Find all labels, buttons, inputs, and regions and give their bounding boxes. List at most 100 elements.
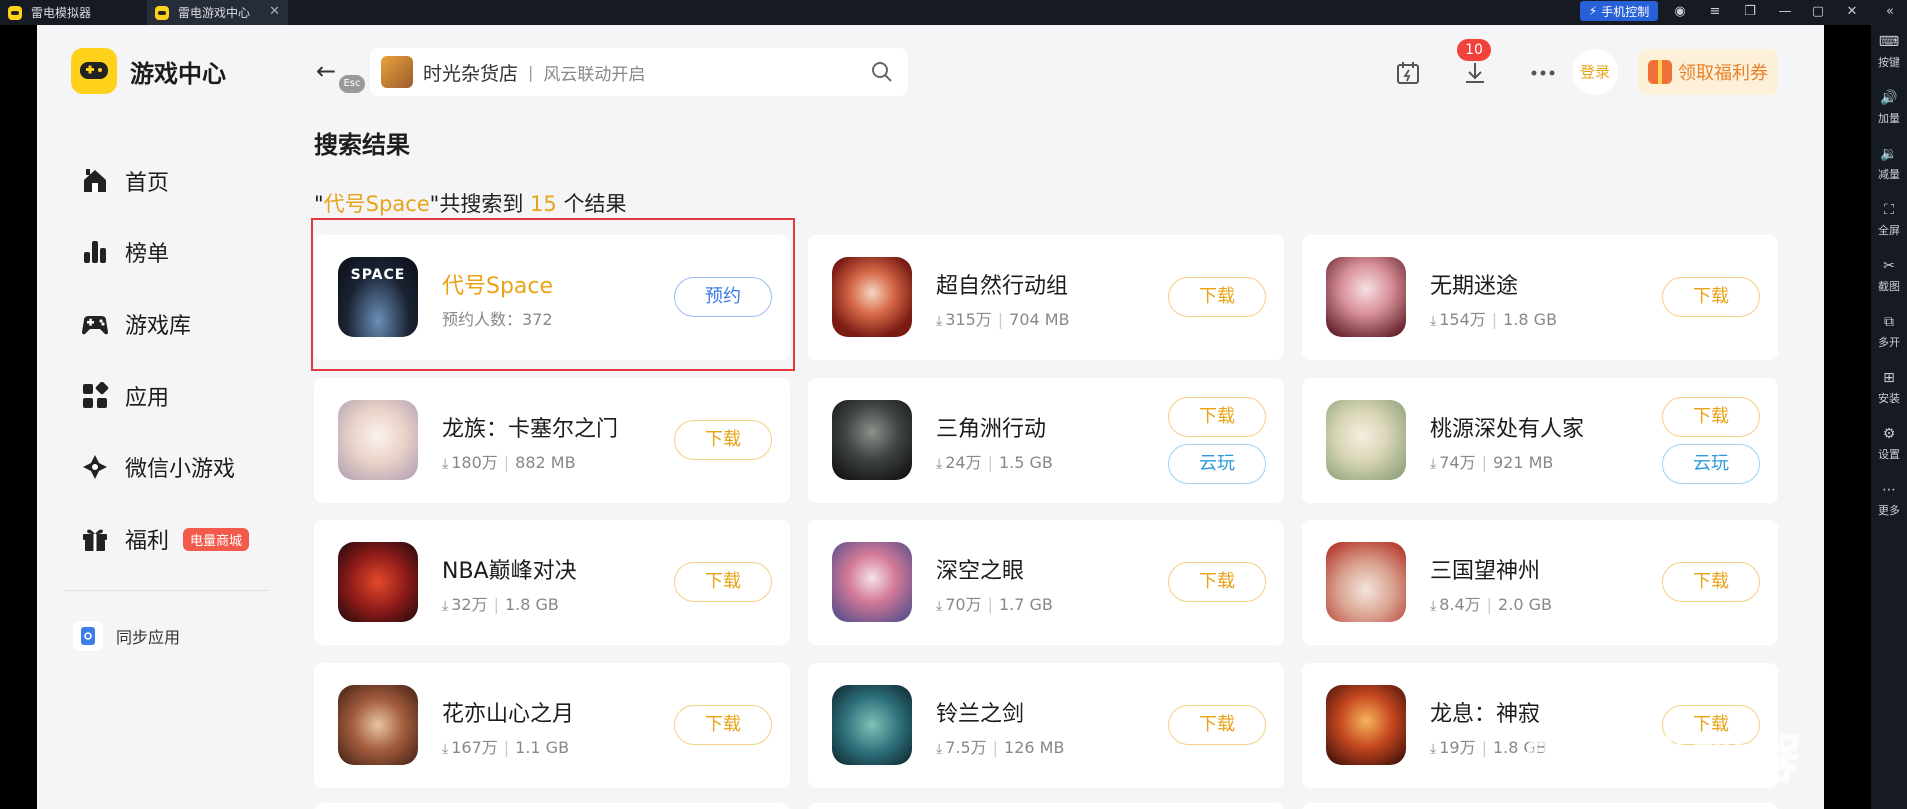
more-button[interactable]: ⋯ 更多 [1871, 481, 1907, 518]
close-window-icon[interactable]: ✕ [1842, 2, 1862, 22]
sync-apps-button[interactable]: 同步应用 [73, 621, 180, 651]
sidebar-item-label: 榜单 [125, 242, 170, 267]
restore-icon[interactable]: ❐ [1740, 2, 1760, 22]
volume-up-button[interactable]: 🔊 加量 [1871, 89, 1907, 126]
sidebar-item-home[interactable]: 首页 [80, 161, 169, 201]
coupon-label: 领取福利券 [1678, 63, 1768, 84]
game-name: 花亦山心之月 [442, 702, 575, 727]
game-name: 桃源深处有人家 [1430, 417, 1585, 442]
game-meta: ⤓ 315万 | 704 MB [936, 310, 1070, 329]
screenshot-button[interactable]: ✂ 截图 [1871, 257, 1907, 294]
minimize-icon[interactable]: — [1775, 2, 1795, 22]
account-icon[interactable]: ◉ [1670, 2, 1690, 22]
download-icon: ⤓ [936, 456, 943, 472]
phone-control-label: 手机控制 [1601, 4, 1650, 19]
download-button[interactable]: 下载 [1662, 562, 1760, 602]
volume-down-button[interactable]: 🔉 减量 [1871, 145, 1907, 182]
multi-instance-button[interactable]: ⧉ 多开 [1871, 313, 1907, 350]
file-size: 1.8 GB [1503, 310, 1558, 329]
maximize-icon[interactable]: ▢ [1808, 2, 1828, 22]
brand-title: 游戏中心 [130, 59, 226, 88]
download-button[interactable]: 下载 [1662, 397, 1760, 437]
sidebar-item-ranking[interactable]: 榜单 [80, 232, 169, 272]
sidebar-item-apps[interactable]: 应用 [80, 376, 169, 416]
download-count: 8.4万 [1439, 595, 1481, 614]
game-card[interactable]: 花亦山心之月 ⤓ 167万 | 1.1 GB 下载 [314, 663, 790, 788]
volume-up-icon: 🔊 [1880, 90, 1898, 106]
claim-coupon-button[interactable]: 领取福利券 [1638, 49, 1778, 95]
tab-emulator[interactable]: 雷电模拟器 [0, 0, 146, 25]
game-icon [1326, 542, 1406, 622]
game-center-logo-icon [155, 5, 169, 20]
file-size: 1.7 GB [998, 595, 1053, 614]
file-size: 1.5 GB [998, 453, 1053, 472]
game-card[interactable]: 三国望神州 ⤓ 8.4万 | 2.0 GB 下载 [1302, 520, 1778, 645]
keymap-button[interactable]: ⌨ 按键 [1871, 33, 1907, 70]
menu-icon[interactable]: ≡ [1705, 2, 1725, 22]
download-button[interactable]: 下载 [1168, 562, 1266, 602]
game-card[interactable]: 超自然行动组 ⤓ 315万 | 704 MB 下载 [808, 235, 1284, 360]
cloud-play-button[interactable]: 云玩 [1662, 444, 1760, 484]
lightning-icon: ⚡ [1588, 4, 1598, 18]
back-arrow-icon[interactable]: ← [316, 57, 336, 85]
game-card[interactable]: 桃源深处有人家 ⤓ 74万 | 921 MB 下载 云玩 [1302, 378, 1778, 503]
close-tab-icon[interactable]: ✕ [269, 4, 280, 19]
download-button[interactable]: 下载 [1168, 705, 1266, 745]
fullscreen-button[interactable]: ⛶ 全屏 [1871, 201, 1907, 238]
game-icon [1326, 257, 1406, 337]
tab-label: 雷电游戏中心 [178, 6, 251, 20]
game-card[interactable]: 龙族：卡塞尔之门 ⤓ 180万 | 882 MB 下载 [314, 378, 790, 503]
search-bar[interactable]: 时光杂货店 | 风云联动开启 [370, 48, 908, 96]
selection-highlight [311, 218, 795, 371]
download-button[interactable]: 下载 [1168, 277, 1266, 317]
game-card[interactable]: 铃兰之剑 ⤓ 7.5万 | 126 MB 下载 [808, 663, 1284, 788]
game-meta: ⤓ 74万 | 921 MB [1430, 453, 1554, 472]
game-card[interactable]: NBA巅峰对决 ⤓ 32万 | 1.8 GB 下载 [314, 520, 790, 645]
file-size: 921 MB [1492, 453, 1554, 472]
search-query: 代号Space [323, 192, 430, 216]
download-count: 154万 [1439, 310, 1486, 329]
cloud-play-button[interactable]: 云玩 [1168, 444, 1266, 484]
game-meta: ⤓ 154万 | 1.8 GB [1430, 310, 1558, 329]
search-icon[interactable] [870, 60, 894, 88]
download-icon: ⤓ [936, 741, 943, 757]
volume-down-icon: 🔉 [1880, 146, 1898, 162]
download-button[interactable]: 下载 [1168, 397, 1266, 437]
tab-game-center[interactable]: 雷电游戏中心 ✕ [147, 0, 288, 25]
more-options-icon[interactable] [1525, 55, 1561, 91]
settings-button[interactable]: ⚙ 设置 [1871, 425, 1907, 462]
game-icon [338, 542, 418, 622]
download-count: 32万 [451, 595, 488, 614]
collapse-sidebar-icon[interactable]: « [1880, 2, 1900, 22]
sidebar-item-library[interactable]: 游戏库 [80, 304, 191, 344]
quote-close: " [429, 192, 440, 216]
sidebar-divider [64, 590, 269, 591]
phone-control-button[interactable]: ⚡ 手机控制 [1580, 1, 1658, 21]
file-size: 1.8 GB [504, 595, 559, 614]
download-button[interactable]: 下载 [674, 420, 772, 460]
login-button[interactable]: 登录 [1572, 49, 1618, 95]
download-button[interactable]: 下载 [674, 562, 772, 602]
download-icon: ⤓ [1430, 598, 1437, 614]
download-button[interactable]: 下载 [674, 705, 772, 745]
home-icon [80, 166, 110, 196]
sidebar-item-wechat-games[interactable]: 微信小游戏 [80, 447, 235, 487]
install-button[interactable]: ⊞ 安装 [1871, 369, 1907, 406]
shop-badge: 电量商城 [183, 527, 250, 551]
game-card[interactable]: 无期迷途 ⤓ 154万 | 1.8 GB 下载 [1302, 235, 1778, 360]
game-card[interactable]: 深空之眼 ⤓ 70万 | 1.7 GB 下载 [808, 520, 1284, 645]
download-count: 7.5万 [945, 738, 987, 757]
screenshot-icon: ✂ [1883, 258, 1895, 274]
calendar-icon[interactable] [1390, 55, 1426, 91]
multi-instance-icon: ⧉ [1884, 314, 1894, 330]
download-count: 70万 [945, 595, 982, 614]
result-prefix: 共搜索到 [439, 192, 524, 216]
game-center-app: 游戏中心 首页 榜单 游戏库 应用 微信小游戏 福利 电量商城 同步应用 ← E… [37, 25, 1824, 809]
download-button[interactable]: 下载 [1662, 277, 1760, 317]
game-name: 超自然行动组 [936, 274, 1069, 299]
sidebar-item-welfare[interactable]: 福利 电量商城 [80, 519, 250, 559]
download-count: 180万 [451, 453, 498, 472]
game-card[interactable]: 三角洲行动 ⤓ 24万 | 1.5 GB 下载 云玩 [808, 378, 1284, 503]
search-hint: 风云联动开启 [543, 64, 646, 85]
gift-icon [80, 524, 110, 554]
